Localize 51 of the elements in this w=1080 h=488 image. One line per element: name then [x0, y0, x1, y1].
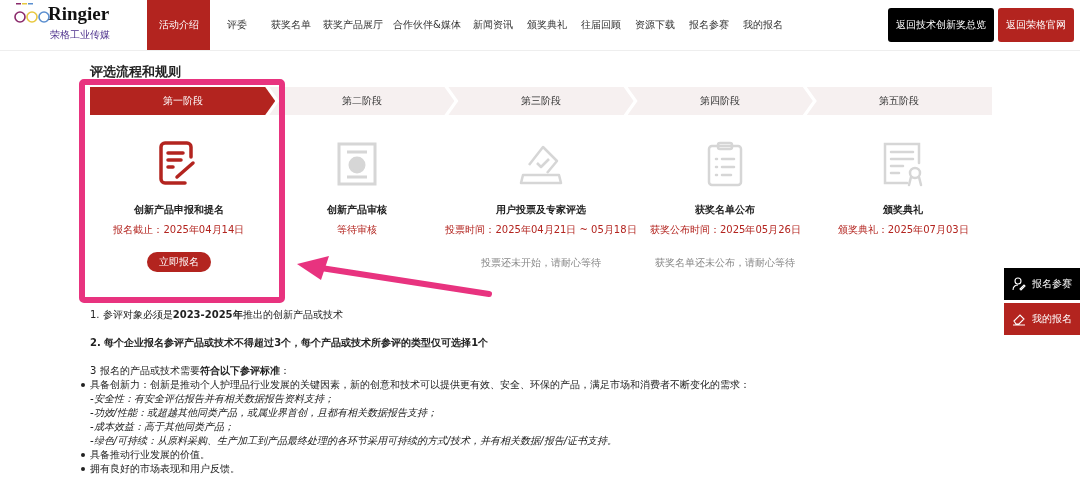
rule-text: 具备创新力：创新是推动个人护理品行业发展的关键因素，新的创意和技术可以提供更有效、安全、环保的产品，满足市场和消费者不断变化的需求：: [90, 378, 750, 392]
stage-date: 投票时间：2025年04月21日 ~ 05月18日: [445, 223, 637, 237]
nav-tab[interactable]: 资源下载: [627, 0, 682, 50]
stage-title: 颁奖典礼: [883, 203, 924, 217]
nav-tab[interactable]: 获奖名单: [264, 0, 318, 50]
stage-step[interactable]: 第四阶段: [627, 87, 813, 115]
nav-tab[interactable]: 我的报名: [735, 0, 790, 50]
user-edit-icon: [1012, 277, 1026, 291]
side-button[interactable]: 我的报名: [1004, 303, 1080, 335]
nav-tab[interactable]: 获奖产品展厅: [318, 0, 388, 50]
stage-title: 创新产品申报和提名: [133, 203, 224, 217]
rule-text: 1. 参评对象必须是2023-2025年推出的创新产品或技术: [90, 308, 343, 322]
stage-title: 获奖名单公布: [695, 203, 756, 217]
stage-date: 等待审核: [336, 223, 377, 237]
side-button[interactable]: 报名参赛: [1004, 268, 1080, 300]
bullet-icon: [81, 467, 85, 471]
stage-date: 报名截止：2025年04月14日: [113, 223, 245, 237]
stage-title: 创新产品审核: [326, 203, 387, 217]
rule-text: -绿色/可持续：从原料采购、生产加工到产品最终处理的各环节采用可持续的方式/技术，并有相关数据/报告/证书支持。: [90, 434, 618, 448]
brand-name: Ringier: [48, 3, 110, 25]
rule-text: 拥有良好的市场表现和用户反馈。: [90, 462, 240, 476]
section-title: 评选流程和规则: [90, 63, 182, 81]
rule-text: -功效/性能：或超越其他同类产品，或属业界首创，且都有相关数据报告支持；: [90, 406, 437, 420]
nav-tab[interactable]: 新闻资讯: [465, 0, 520, 50]
rule-text: -安全性：有安全评估报告并有相关数据报告资料支持；: [90, 392, 334, 406]
header-button[interactable]: 返回技术创新奖总览: [888, 8, 994, 42]
brand-subtitle: 荣格工业传媒: [50, 28, 111, 42]
bullet-icon: [81, 383, 85, 387]
stage-note: 投票还未开始，请耐心等待: [481, 256, 601, 270]
rule-text: -成本效益：高于其他同类产品；: [90, 420, 234, 434]
stage-note: 获奖名单还未公布，请耐心等待: [655, 256, 796, 270]
nav-tab[interactable]: 往届回顾: [573, 0, 628, 50]
header-button[interactable]: 返回荣格官网: [998, 8, 1074, 42]
stage-step[interactable]: 第五阶段: [806, 87, 992, 115]
bullet-icon: [81, 453, 85, 457]
rule-text: 具备推动行业发展的价值。: [90, 448, 210, 462]
nav-tab[interactable]: 活动介绍: [147, 0, 210, 50]
stage-title: 用户投票及专家评选: [496, 203, 586, 217]
stage-step[interactable]: 第二阶段: [269, 87, 455, 115]
rule-text: 3 报名的产品或技术需要符合以下参评标准：: [90, 364, 290, 378]
eraser-icon: [1012, 312, 1026, 326]
nav-tab[interactable]: 颁奖典礼: [519, 0, 574, 50]
nav-tab[interactable]: 合作伙伴&媒体: [388, 0, 466, 50]
rule-text: 2. 每个企业报名参评产品或技术不得超过3个，每个产品或技术所参评的类型仅可选择1个: [90, 336, 489, 350]
nav-tab[interactable]: 报名参赛: [681, 0, 736, 50]
nav-tab[interactable]: 评委: [210, 0, 264, 50]
register-button[interactable]: 立即报名: [146, 252, 211, 272]
stage-step[interactable]: 第三阶段: [448, 87, 634, 115]
stage-date: 颁奖典礼：2025年07月03日: [837, 223, 969, 237]
stage-step[interactable]: 第一阶段: [90, 87, 276, 115]
stage-date: 获奖公布时间：2025年05月26日: [649, 223, 801, 237]
